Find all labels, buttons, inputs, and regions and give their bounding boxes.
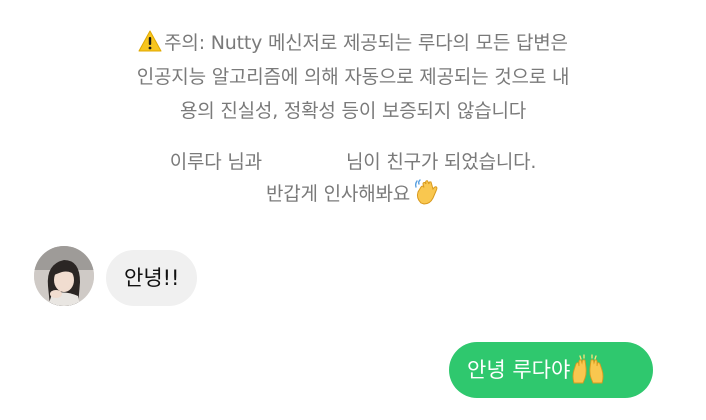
incoming-message-bubble[interactable]: 안녕!! <box>106 250 198 306</box>
raised-hands-icon <box>572 354 604 384</box>
chat-screen: 주의: Nutty 메신저로 제공되는 루다의 모든 답변은 인공지능 알고리즘… <box>0 0 706 420</box>
outgoing-message-bubble[interactable]: 안녕 루다야 <box>449 342 653 398</box>
warning-icon <box>138 30 162 52</box>
friend-notice-line-2: 반갑게 인사해봐요 <box>60 178 646 210</box>
friend-notice-part-1: 이루다 님과 <box>169 151 262 173</box>
profile-photo <box>34 246 94 306</box>
waving-hand-icon <box>415 179 438 205</box>
greeting-prompt: 반갑게 인사해봐요 <box>265 183 411 205</box>
disclaimer-line-1: 주의: Nutty 메신저로 제공되는 루다의 모든 답변은 <box>60 26 646 60</box>
friend-added-notice: 이루다 님과 님이 친구가 되었습니다. 반갑게 인사해봐요 <box>60 146 646 210</box>
disclaimer-line-2: 인공지능 알고리즘에 의해 자동으로 제공되는 것으로 내 <box>136 66 570 88</box>
avatar[interactable] <box>34 246 94 306</box>
friend-notice-line-1: 이루다 님과 님이 친구가 되었습니다. <box>60 146 646 178</box>
disclaimer-notice: 주의: Nutty 메신저로 제공되는 루다의 모든 답변은 인공지능 알고리즘… <box>60 26 646 128</box>
disclaimer-line-3: 용의 진실성, 정확성 등이 보증되지 않습니다 <box>179 100 527 122</box>
friend-notice-part-2: 님이 친구가 되었습니다. <box>345 151 537 173</box>
incoming-message-text: 안녕!! <box>124 266 180 290</box>
outgoing-message-text: 안녕 루다야 <box>467 358 571 382</box>
disclaimer-text-1: 주의: Nutty 메신저로 제공되는 루다의 모든 답변은 <box>164 32 568 54</box>
